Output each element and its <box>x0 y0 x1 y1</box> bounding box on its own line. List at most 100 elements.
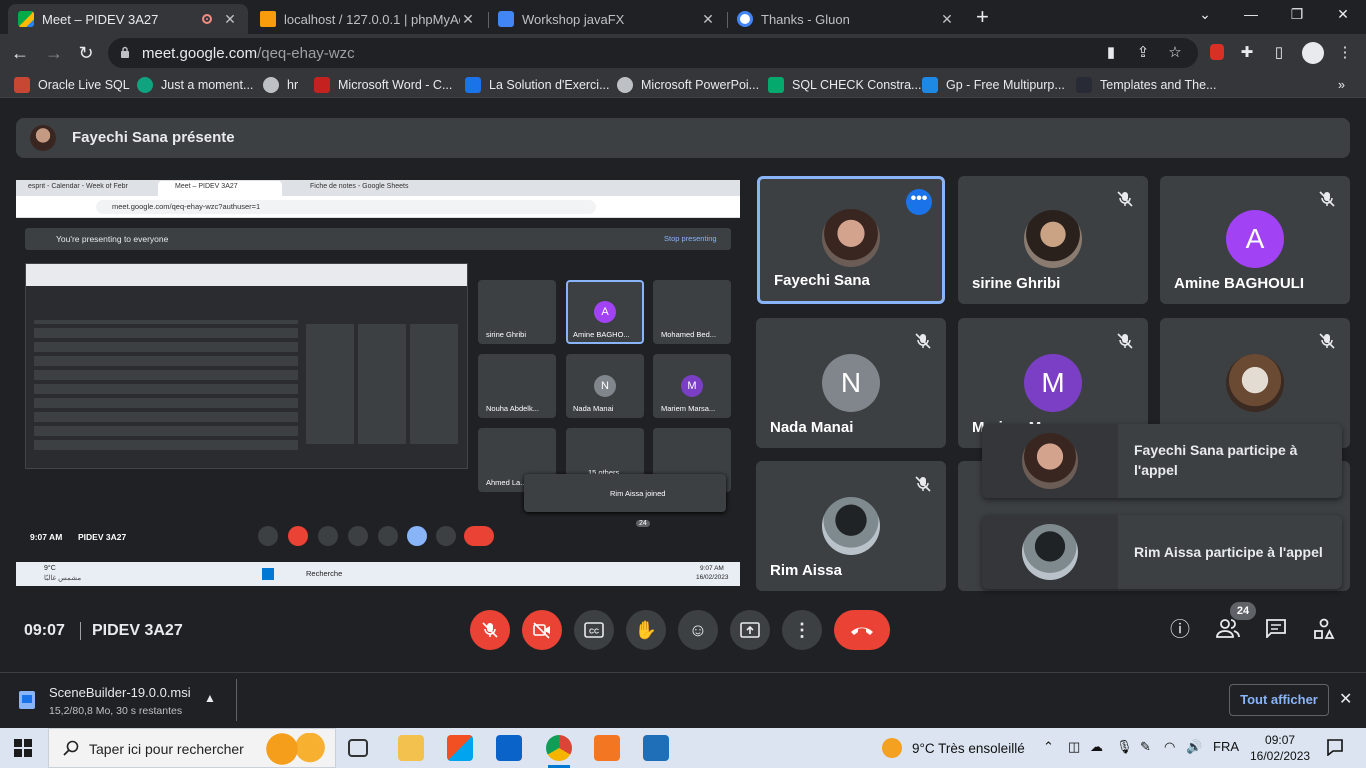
toast-avatar <box>1022 433 1078 489</box>
reload-icon[interactable]: ↻ <box>74 41 98 65</box>
reactions-button[interactable]: ☺ <box>678 610 718 650</box>
menu-icon[interactable]: ⋮ <box>1336 44 1354 62</box>
bookmarks-overflow-button[interactable]: » <box>1338 76 1345 94</box>
task-view-icon[interactable] <box>348 739 368 757</box>
camera-toggle-button[interactable] <box>522 610 562 650</box>
tab-meet[interactable]: Meet – PIDEV 3A27 ✕ <box>8 4 248 34</box>
mail-icon[interactable] <box>496 735 522 761</box>
download-file-name[interactable]: SceneBuilder-19.0.0.msi <box>49 685 191 700</box>
windows-start-icon[interactable] <box>14 739 32 757</box>
notifications-icon[interactable] <box>1326 738 1344 756</box>
shared-end-button <box>464 526 494 546</box>
forward-icon[interactable]: → <box>42 41 66 65</box>
w3-icon <box>768 77 784 93</box>
close-tab-icon[interactable]: ✕ <box>939 11 955 28</box>
captions-button[interactable]: CC <box>574 610 614 650</box>
mic-off-icon <box>482 622 498 638</box>
profile-avatar[interactable] <box>1302 42 1324 64</box>
show-all-downloads-button[interactable]: Tout afficher <box>1229 684 1329 716</box>
xampp-icon[interactable] <box>594 735 620 761</box>
toast-text: Fayechi Sana participe à l'appel <box>1134 442 1298 478</box>
participant-photo <box>822 497 880 555</box>
raise-hand-button[interactable]: ✋ <box>626 610 666 650</box>
participant-tile-rim[interactable]: Rim Aissa <box>756 461 946 591</box>
back-icon[interactable]: ← <box>8 41 32 65</box>
system-clock[interactable]: 09:07 16/02/2023 <box>1250 732 1310 764</box>
installer-file-icon[interactable] <box>16 689 38 711</box>
close-tab-icon[interactable]: ✕ <box>222 11 238 28</box>
bookmark-oracle[interactable]: Oracle Live SQL <box>14 76 130 94</box>
extension-red-icon[interactable] <box>1208 44 1226 62</box>
close-tab-icon[interactable]: ✕ <box>700 11 716 28</box>
extensions-icon[interactable]: ✚ <box>1238 44 1256 62</box>
file-explorer-icon[interactable] <box>398 735 424 761</box>
chrome-icon[interactable] <box>546 735 572 768</box>
shared-hand-button <box>348 526 368 546</box>
svg-text:CC: CC <box>589 629 599 636</box>
bookmark-just-a-moment[interactable]: Just a moment... <box>137 76 253 94</box>
wifi-icon[interactable]: ◠ <box>1164 739 1175 755</box>
present-screen-button[interactable] <box>730 610 770 650</box>
share-icon[interactable]: ⇪ <box>1134 44 1152 62</box>
address-bar[interactable]: meet.google.com/qeq-ehay-wzc <box>108 38 1198 68</box>
chat-icon[interactable] <box>1264 618 1288 642</box>
mic-toggle-button[interactable] <box>470 610 510 650</box>
participant-tile-nada[interactable]: N Nada Manai <box>756 318 946 448</box>
shared-tile-name: Nada Manai <box>573 404 614 413</box>
minimize-icon[interactable]: — <box>1228 6 1274 28</box>
language-indicator[interactable]: FRA <box>1213 739 1239 754</box>
new-tab-button[interactable]: + <box>976 4 989 30</box>
mic-off-icon <box>915 333 931 349</box>
more-options-button[interactable]: ⋮ <box>782 610 822 650</box>
bookmark-star-icon[interactable]: ☆ <box>1166 44 1184 62</box>
flowers-icon <box>261 733 331 765</box>
taskbar-search-box[interactable]: Taper ici pour rechercher <box>48 728 336 768</box>
tab-search-icon[interactable]: ⌄ <box>1182 6 1228 28</box>
people-icon[interactable] <box>1216 618 1240 642</box>
restore-icon[interactable]: ❐ <box>1274 6 1320 28</box>
divider <box>236 679 237 721</box>
close-shelf-icon[interactable]: ✕ <box>1339 689 1352 709</box>
sidepanel-icon[interactable]: ▯ <box>1270 44 1288 62</box>
bookmark-word[interactable]: Microsoft Word - C... <box>314 76 452 94</box>
weather-text: 9°C Très ensoleillé <box>912 740 1025 756</box>
camera-icon[interactable]: ▮ <box>1102 44 1120 62</box>
tab-gluon[interactable]: Thanks - Gluon ✕ <box>727 4 965 34</box>
microphone-icon[interactable]: 🎙 <box>1116 739 1133 755</box>
microsoft-store-icon[interactable] <box>447 735 473 761</box>
close-tab-icon[interactable]: ✕ <box>460 11 476 28</box>
bookmark-templates[interactable]: Templates and The... <box>1076 76 1217 94</box>
participant-name: sirine Ghribi <box>972 275 1061 292</box>
tab-title: localhost / 127.0.0.1 | phpMyAdm <box>284 11 460 27</box>
tab-workshop-javafx[interactable]: Workshop javaFX ✕ <box>488 4 726 34</box>
bookmark-hr[interactable]: hr <box>263 76 298 94</box>
tray-app-icon[interactable]: ◫ <box>1068 739 1080 755</box>
shared-stop-presenting: Stop presenting <box>664 234 717 243</box>
weather-widget[interactable]: 9°C Très ensoleillé <box>882 738 1025 758</box>
shared-tab: Meet – PIDEV 3A27 <box>175 183 238 190</box>
meeting-details-icon[interactable]: ⓘ <box>1168 618 1192 642</box>
onedrive-icon[interactable]: ☁ <box>1090 739 1103 755</box>
participant-tile-fayechi[interactable]: ••• Fayechi Sana <box>757 176 945 304</box>
chevron-up-icon[interactable]: ▲ <box>204 691 216 705</box>
shared-tab: esprit - Calendar - Week of Febr <box>28 183 128 190</box>
document-icon <box>498 11 514 27</box>
shared-clock-time: 9:07 AM <box>700 565 724 572</box>
leave-call-button[interactable] <box>834 610 890 650</box>
bookmark-sql-check[interactable]: SQL CHECK Constra... <box>768 76 921 94</box>
participant-tile-amine[interactable]: A Amine BAGHOULI <box>1160 176 1350 304</box>
bookmark-gp[interactable]: Gp - Free Multipurp... <box>922 76 1065 94</box>
activities-icon[interactable] <box>1312 618 1336 642</box>
volume-icon[interactable]: 🔊 <box>1186 739 1202 755</box>
shared-joined-text: Rim Aissa joined <box>610 489 666 498</box>
close-window-icon[interactable]: ✕ <box>1320 6 1366 28</box>
participant-tile-sirine[interactable]: sirine Ghribi <box>958 176 1148 304</box>
tab-phpmyadmin[interactable]: localhost / 127.0.0.1 | phpMyAdm ✕ <box>250 4 486 34</box>
bookmark-solution[interactable]: La Solution d'Exerci... <box>465 76 610 94</box>
pen-icon[interactable]: ✎ <box>1140 739 1151 755</box>
virtualbox-icon[interactable] <box>643 735 669 761</box>
more-options-icon[interactable]: ••• <box>906 189 932 215</box>
shared-mic-button <box>258 526 278 546</box>
show-hidden-icons[interactable]: ⌃ <box>1043 739 1054 755</box>
bookmark-powerpoint[interactable]: Microsoft PowerPoi... <box>617 76 759 94</box>
